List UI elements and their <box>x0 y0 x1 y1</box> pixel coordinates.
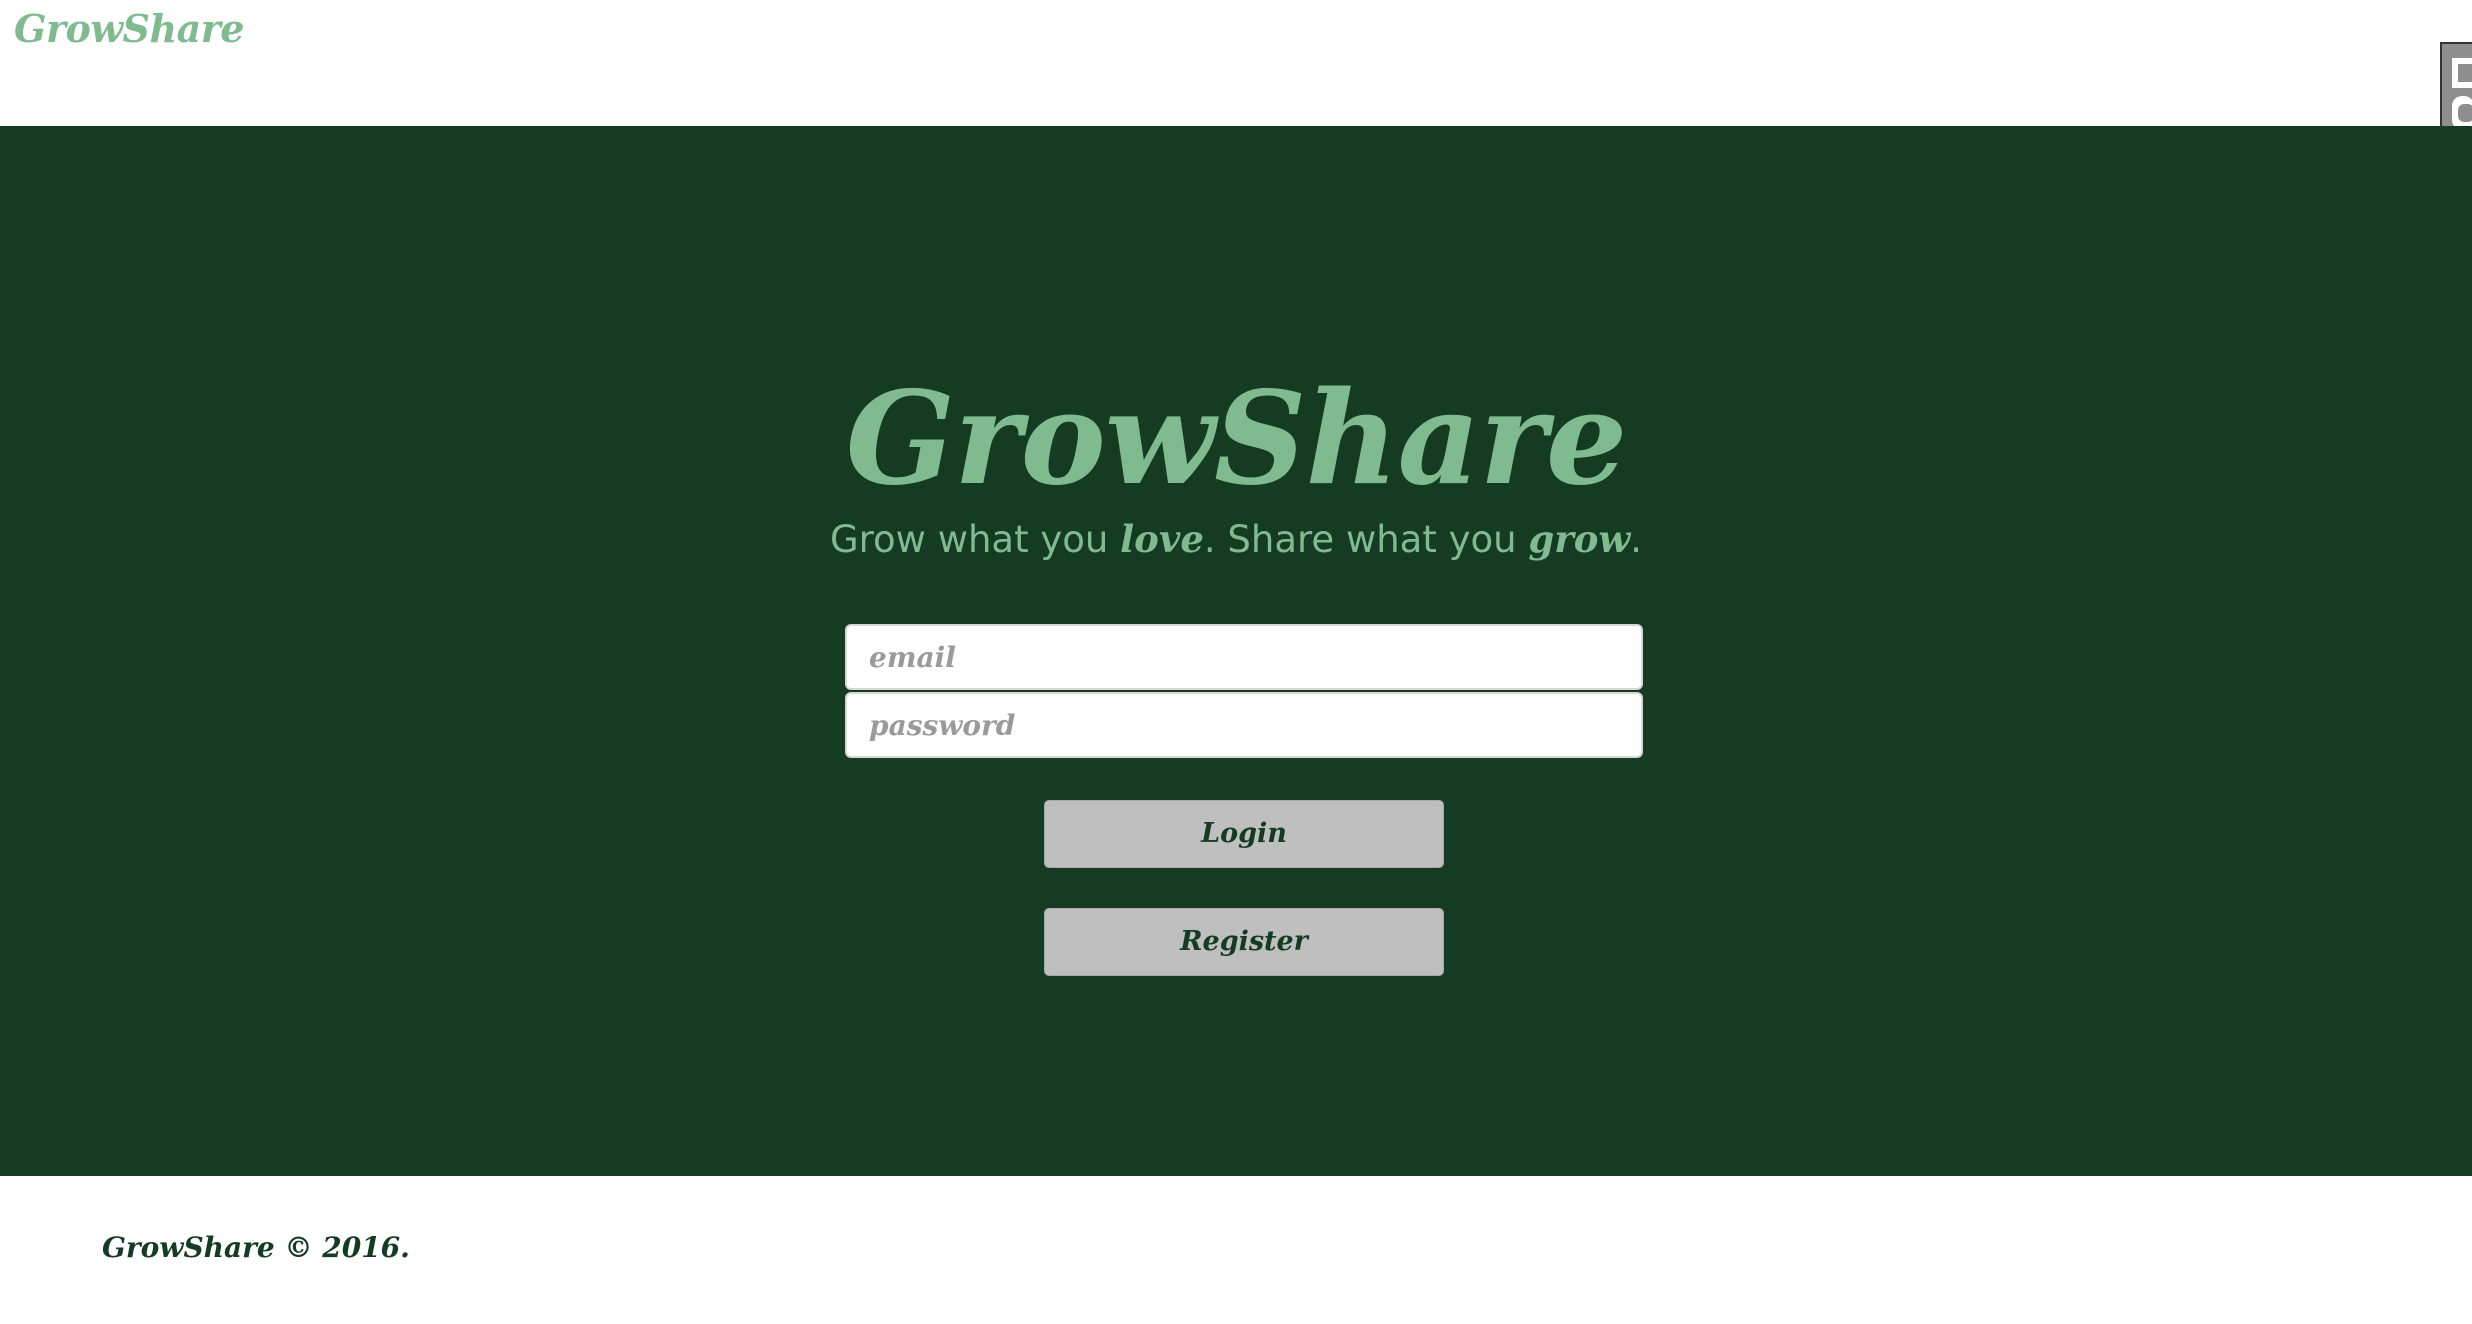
footer: GrowShare © 2016. <box>0 1176 2472 1324</box>
tagline-emphasis-grow: grow <box>1528 517 1631 561</box>
tagline-part-2: . Share what you <box>1203 518 1529 561</box>
hero-tagline: Grow what you love. Share what you grow. <box>0 514 2472 565</box>
email-field[interactable] <box>845 624 1643 690</box>
footer-copyright: GrowShare © 2016. <box>102 1231 410 1264</box>
tagline-part-3: . <box>1630 518 1643 561</box>
page: GrowShare GrowShare Grow what you love. … <box>0 0 2472 1324</box>
hero-section: GrowShare Grow what you love. Share what… <box>0 126 2472 1176</box>
tagline-part-1: Grow what you <box>829 518 1121 561</box>
login-button[interactable]: Login <box>1044 800 1444 868</box>
navbar-brand-link[interactable]: GrowShare <box>14 6 244 51</box>
tagline-emphasis-love: love <box>1120 517 1204 561</box>
register-button[interactable]: Register <box>1044 908 1444 976</box>
password-field[interactable] <box>845 692 1643 758</box>
hero-title: GrowShare <box>845 364 1628 514</box>
top-navbar: GrowShare <box>0 0 2472 194</box>
